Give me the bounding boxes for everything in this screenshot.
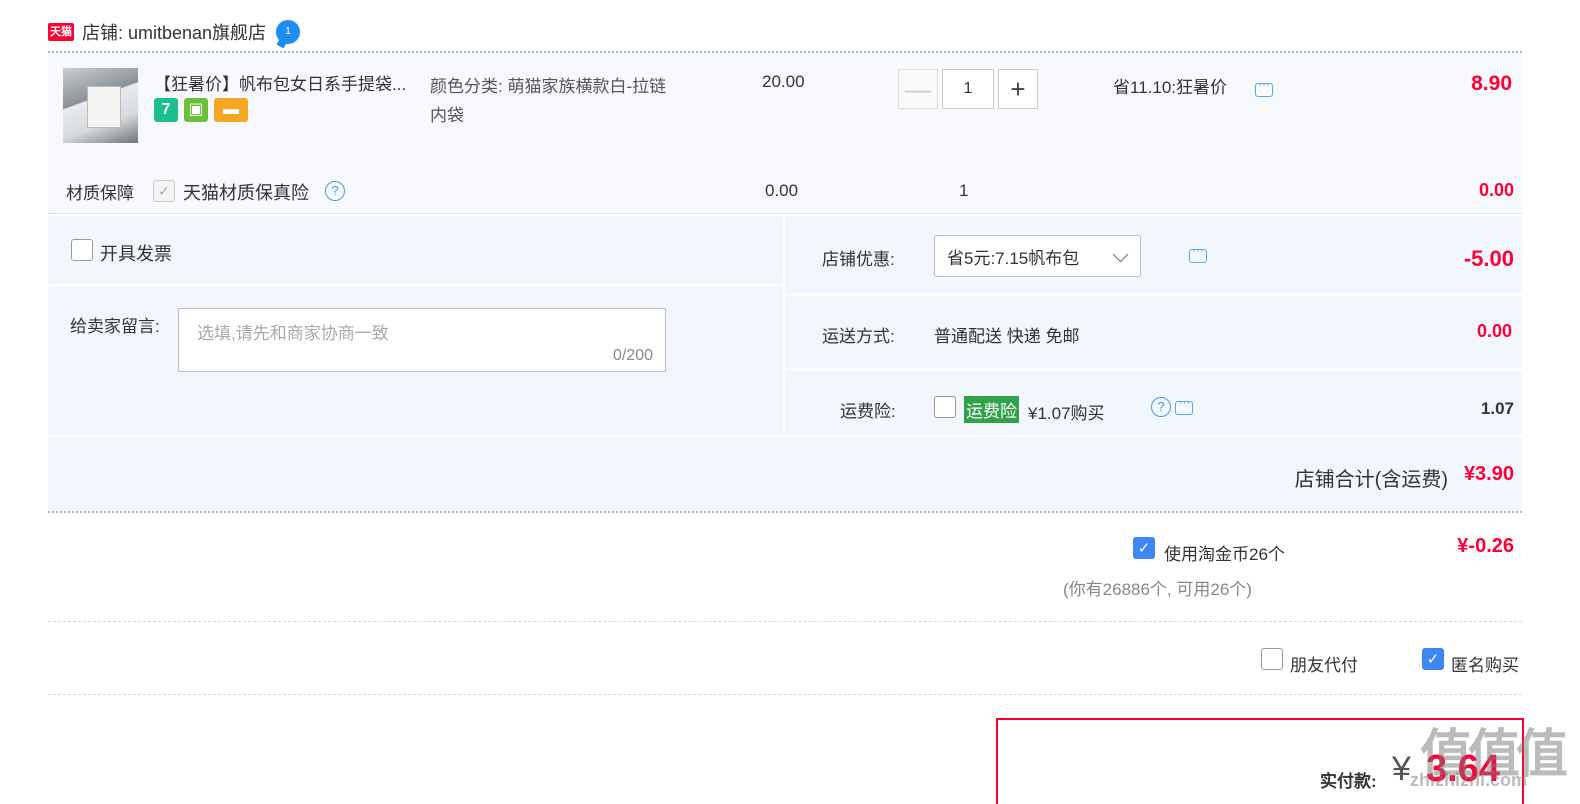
service-quantity: 1 [959, 181, 969, 200]
decrement-button[interactable]: — [898, 69, 938, 109]
divider [48, 694, 1522, 695]
invoice-label: 开具发票 [100, 244, 172, 264]
service-price: 0.00 [765, 181, 799, 200]
shipping-value: 普通配送 快递 免邮 [934, 327, 1080, 346]
increment-button[interactable]: + [998, 69, 1038, 109]
insurance-label: 运费险: [840, 402, 896, 421]
item-subtotal: 8.90 [1471, 72, 1512, 95]
insurance-checkbox[interactable] [934, 396, 956, 418]
coupon-selected-value: 省5元:7.15帆布包 [947, 248, 1080, 268]
message-label: 给卖家留言: [70, 317, 160, 336]
invoice-checkbox[interactable] [71, 239, 93, 261]
message-icon[interactable] [1255, 77, 1273, 97]
help-icon[interactable]: ? [325, 181, 345, 201]
pay-label: 实付款: [1320, 772, 1377, 791]
product-badges: 7 ▣ ▬ [154, 98, 248, 122]
promo-text: 省11.10:狂暑价 [1113, 78, 1228, 97]
friend-pay-checkbox[interactable] [1261, 648, 1283, 670]
help-icon[interactable]: ? [1151, 397, 1171, 417]
coupon-select[interactable]: 省5元:7.15帆布包 [934, 235, 1141, 277]
unit-price: 20.00 [762, 72, 805, 91]
divider [48, 213, 1522, 214]
credit-card-icon: ▬ [214, 98, 248, 122]
product-title[interactable]: 【狂暑价】帆布包女日系手提袋... [154, 70, 424, 95]
coins-amount: ¥-0.26 [1457, 535, 1514, 557]
message-textarea[interactable]: 选填,请先和商家协商一致 0/200 [178, 308, 666, 372]
message-icon[interactable] [1175, 395, 1194, 415]
coupon-amount: -5.00 [1463, 246, 1514, 271]
insurance-amount: 1.07 [1480, 399, 1514, 418]
pay-currency: ¥ [1392, 750, 1411, 788]
message-counter: 0/200 [612, 347, 653, 364]
service-subtotal: 0.00 [1478, 180, 1514, 200]
service-label: 材质保障 [66, 184, 134, 203]
quantity-input[interactable]: 1 [942, 69, 994, 109]
service-checkbox[interactable]: ✓ [153, 180, 175, 202]
sku-label: 颜色分类: 萌猫家族横款白-拉链 [430, 77, 667, 96]
anonymous-checkbox[interactable]: ✓ [1422, 648, 1444, 670]
product-thumbnail[interactable] [63, 68, 138, 143]
watermark-text: zhizhizhi.com [1410, 770, 1527, 790]
divider [785, 368, 1522, 370]
anonymous-label: 匿名购买 [1451, 656, 1519, 675]
service-name: 天猫材质保真险 [183, 183, 309, 203]
shipping-label: 运送方式: [822, 327, 895, 346]
divider [48, 284, 783, 286]
shipping-amount: 0.00 [1476, 321, 1512, 341]
message-icon[interactable] [1188, 243, 1207, 263]
shop-total-label: 店铺合计(含运费) [1294, 469, 1448, 491]
insurance-price: ¥1.07购买 [1028, 404, 1105, 423]
tmall-logo: 天猫 [48, 23, 74, 41]
coins-note: (你有26886个, 可用26个) [1063, 580, 1252, 599]
android-icon: ▣ [184, 98, 208, 122]
shop-total-value: ¥3.90 [1463, 463, 1514, 485]
divider [48, 621, 1522, 622]
chat-icon[interactable]: 1 [276, 20, 301, 44]
coupon-label: 店铺优惠: [822, 250, 895, 269]
friend-pay-label: 朋友代付 [1290, 656, 1358, 675]
coins-label: 使用淘金币26个 [1164, 545, 1285, 564]
shop-name[interactable]: 店铺: umitbenan旗舰店 [82, 19, 266, 45]
seven-day-return-icon: 7 [154, 98, 178, 122]
message-placeholder: 选填,请先和商家协商一致 [197, 324, 389, 343]
chevron-down-icon [1112, 246, 1129, 263]
divider [48, 51, 1522, 53]
coins-checkbox[interactable]: ✓ [1133, 537, 1155, 559]
shop-header: 天猫 店铺: umitbenan旗舰店 1 [48, 18, 301, 46]
sku-label-line2: 内袋 [430, 106, 464, 125]
divider [785, 294, 1522, 296]
insurance-tag: 运费险 [964, 396, 1019, 423]
divider [48, 511, 1522, 513]
